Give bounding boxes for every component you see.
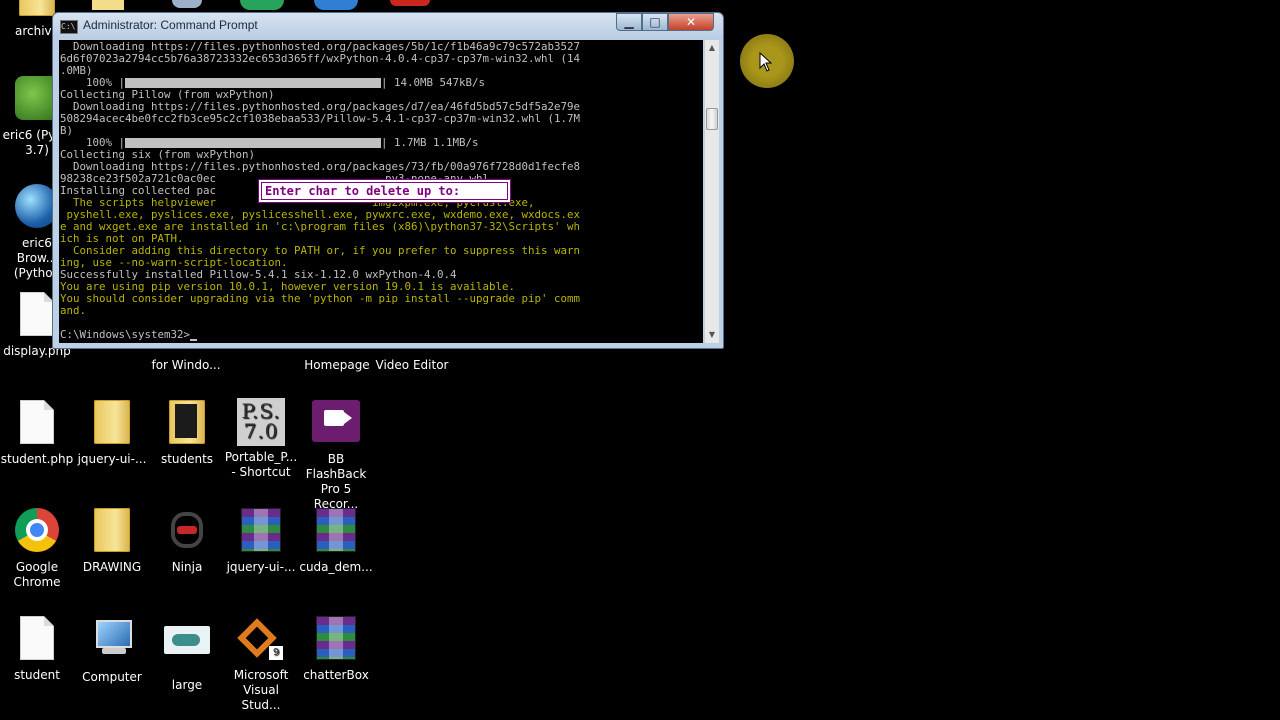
console-line-text: 6d6f07023a2794cc5b76a38723332ec653d365ff… bbox=[60, 52, 581, 65]
partial-top-icon[interactable] bbox=[172, 0, 202, 8]
desktop-icon-jquery-ui-folder[interactable]: jquery-ui-... bbox=[75, 398, 149, 467]
scroll-up-icon[interactable]: ▲ bbox=[705, 40, 719, 56]
console-line-text: C:\Windows\system32> bbox=[60, 328, 191, 341]
winrar-icon bbox=[312, 508, 360, 556]
desktop-icon-portable-ps[interactable]: P.S. 7.0 Portable_P... - Shortcut bbox=[224, 398, 298, 480]
bb-flashback-icon bbox=[312, 400, 360, 448]
console-line: B) bbox=[60, 125, 580, 137]
minimize-button[interactable]: ▁ bbox=[616, 13, 642, 31]
document-icon bbox=[13, 616, 61, 664]
desktop-icon-label: for Windo... bbox=[151, 358, 221, 372]
image-icon bbox=[163, 626, 211, 674]
desktop-icon-label: Portable_P... - Shortcut bbox=[224, 450, 298, 479]
console-line-text: You should consider upgrading via the 'p… bbox=[60, 292, 581, 305]
desktop-icon-label: jquery-ui-... bbox=[226, 560, 296, 574]
winrar-icon bbox=[312, 616, 360, 664]
progress-stats: | 14.0MB 547kB/s bbox=[381, 76, 486, 89]
desktop-icon-student[interactable]: student bbox=[0, 614, 74, 683]
progress-bar bbox=[125, 78, 382, 88]
desktop-icon-label: students bbox=[160, 452, 214, 466]
folder-icon bbox=[88, 400, 136, 448]
maximize-button[interactable]: □ bbox=[642, 13, 668, 31]
winrar-icon bbox=[237, 508, 285, 556]
progress-stats: | 1.7MB 1.1MB/s bbox=[381, 136, 479, 149]
desktop-icon-student-php[interactable]: student.php bbox=[0, 398, 74, 467]
partial-top-icon[interactable] bbox=[240, 0, 284, 10]
desktop-icon-label: jquery-ui-... bbox=[77, 452, 147, 466]
command-prompt-window[interactable]: C:\ Administrator: Command Prompt ▁ □ ✕ … bbox=[52, 12, 724, 349]
desktop-icon-visual-studio[interactable]: Microsoft Visual Stud... bbox=[224, 614, 298, 713]
console-line: C:\Windows\system32> bbox=[60, 329, 580, 341]
console-line: 508294acec4be0fcc2fb3ce95c2cf1038ebaa533… bbox=[60, 113, 580, 125]
console-line: and. bbox=[60, 305, 580, 317]
desktop-icon-label: Ninja bbox=[171, 560, 203, 574]
delete-up-to-popup[interactable]: Enter char to delete up to: bbox=[258, 179, 511, 203]
visual-studio-icon bbox=[237, 616, 285, 664]
folder-icon bbox=[88, 508, 136, 556]
partial-top-icon[interactable] bbox=[314, 0, 358, 10]
progress-bar bbox=[125, 138, 382, 148]
text-cursor bbox=[190, 339, 198, 341]
desktop-icon-label: chatterBox bbox=[303, 668, 369, 682]
folder-icon bbox=[163, 400, 211, 448]
desktop-icon-label: Homepage bbox=[304, 358, 370, 372]
computer-icon bbox=[88, 618, 136, 666]
mouse-pointer-icon bbox=[759, 52, 773, 72]
console-line: .0MB) bbox=[60, 65, 580, 77]
console-output[interactable]: Downloading https://files.pythonhosted.o… bbox=[59, 40, 703, 343]
scroll-down-icon[interactable]: ▼ bbox=[705, 327, 719, 343]
desktop-icon-chatterbox[interactable]: chatterBox bbox=[299, 614, 373, 683]
window-titlebar[interactable]: C:\ Administrator: Command Prompt ▁ □ ✕ bbox=[53, 13, 723, 39]
close-button[interactable]: ✕ bbox=[668, 13, 714, 31]
desktop-icon-bb-flashback[interactable]: BB FlashBack Pro 5 Recor... bbox=[299, 398, 373, 512]
desktop-icon-label: DRAWING bbox=[82, 560, 142, 574]
desktop-icon-jquery-ui-rar[interactable]: jquery-ui-... bbox=[224, 506, 298, 575]
chrome-icon bbox=[13, 508, 61, 556]
desktop-icon-drawing[interactable]: DRAWING bbox=[75, 506, 149, 575]
desktop-icon-label: cuda_dem... bbox=[299, 560, 373, 574]
desktop-icon-large[interactable]: large bbox=[150, 614, 224, 693]
ninja-icon bbox=[163, 508, 211, 556]
popup-prompt: Enter char to delete up to: bbox=[261, 182, 508, 200]
console-line: You should consider upgrading via the 'p… bbox=[60, 293, 580, 305]
window-title: Administrator: Command Prompt bbox=[83, 18, 258, 32]
cmd-icon: C:\ bbox=[60, 20, 78, 34]
desktop-icon-cuda-demo[interactable]: cuda_dem... bbox=[299, 506, 373, 575]
desktop-icon-label: student bbox=[14, 668, 60, 682]
desktop-icon-label: Video Editor bbox=[375, 358, 449, 372]
desktop-icon-label: student.php bbox=[0, 452, 74, 466]
desktop-icon-label: Microsoft Visual Stud... bbox=[233, 668, 289, 712]
desktop-icon-students[interactable]: students bbox=[150, 398, 224, 467]
desktop-icon-label: BB FlashBack Pro 5 Recor... bbox=[305, 452, 367, 511]
desktop-icon-computer[interactable]: Computer bbox=[75, 614, 149, 685]
desktop-icon-label: large bbox=[171, 678, 203, 692]
console-line: 6d6f07023a2794cc5b76a38723332ec653d365ff… bbox=[60, 53, 580, 65]
ps7-shortcut-icon: P.S. 7.0 bbox=[237, 398, 285, 446]
console-line-text: 508294acec4be0fcc2fb3ce95c2cf1038ebaa533… bbox=[60, 112, 581, 125]
console-line-text: and. bbox=[60, 304, 87, 317]
desktop-icon-label: Google Chrome bbox=[13, 560, 61, 589]
desktop-icon-ninja[interactable]: Ninja bbox=[150, 506, 224, 575]
php-file-icon bbox=[13, 400, 61, 448]
desktop-icon-google-chrome[interactable]: Google Chrome bbox=[0, 506, 74, 590]
partial-top-icon[interactable] bbox=[92, 0, 124, 10]
partial-top-icon[interactable] bbox=[390, 0, 430, 6]
desktop-icon-label: Computer bbox=[82, 670, 142, 684]
vertical-scrollbar[interactable]: ▲ ▼ bbox=[704, 40, 719, 343]
scroll-thumb[interactable] bbox=[706, 108, 718, 130]
